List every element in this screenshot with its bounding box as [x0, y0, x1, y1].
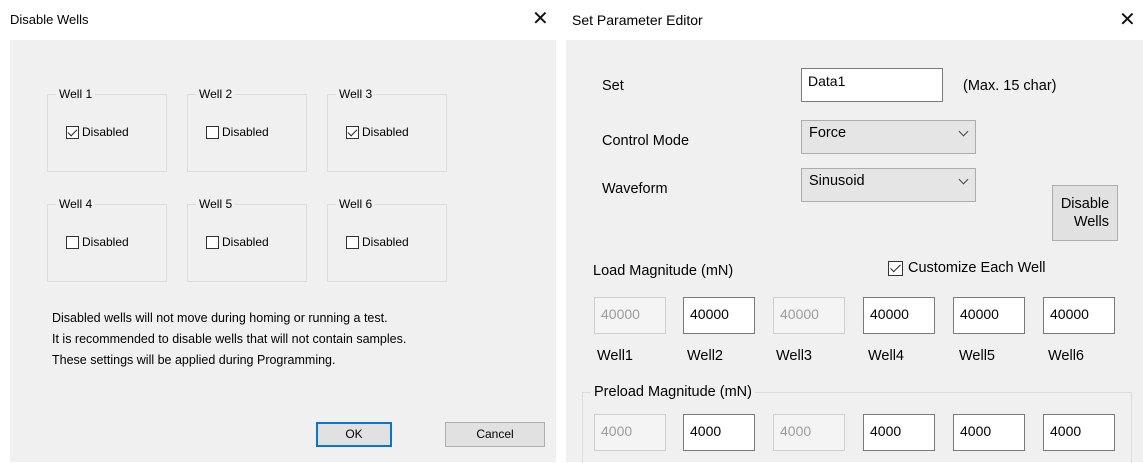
well-label-3: Well3 [776, 348, 812, 364]
load-input-well1[interactable]: 40000 [594, 297, 666, 334]
well-6-group: Well 6 Disabled [327, 197, 447, 282]
chevron-down-icon [958, 174, 969, 185]
dialog-title: Set Parameter Editor [572, 12, 703, 28]
well-5-group: Well 5 Disabled [187, 197, 307, 282]
waveform-dropdown[interactable]: Sinusoid [801, 168, 976, 202]
well-6-disabled-checkbox[interactable]: Disabled [346, 235, 409, 249]
well-5-label: Well 5 [196, 197, 236, 211]
checkbox-box[interactable] [346, 235, 359, 249]
checkmark-icon[interactable] [66, 125, 79, 139]
control-mode-dropdown[interactable]: Force [801, 120, 976, 154]
preload-input-well3[interactable]: 4000 [773, 414, 845, 451]
load-input-well6[interactable]: 40000 [1043, 297, 1115, 334]
well-5-disabled-checkbox[interactable]: Disabled [206, 235, 269, 249]
disable-wells-line-1: Disable [1060, 196, 1110, 212]
well-2-label: Well 2 [196, 87, 236, 101]
well-1-disabled-checkbox[interactable]: Disabled [66, 125, 129, 139]
checkbox-box[interactable] [206, 125, 219, 139]
preload-magnitude-label: Preload Magnitude (mN) [591, 383, 755, 401]
note-line-1: Disabled wells will not move during homi… [52, 311, 388, 325]
control-mode-value: Force [809, 125, 847, 141]
checkbox-label: Disabled [82, 235, 129, 249]
checkbox-label: Disabled [222, 235, 269, 249]
checkbox-label: Disabled [82, 125, 129, 139]
set-name-input[interactable]: Data1 [801, 68, 943, 102]
well-3-label: Well 3 [336, 87, 376, 101]
well-1-label: Well 1 [56, 87, 96, 101]
checkbox-box[interactable] [66, 235, 79, 249]
load-input-well4[interactable]: 40000 [863, 297, 935, 334]
well-label-2: Well2 [687, 348, 723, 364]
well-2-group: Well 2 Disabled [187, 87, 307, 172]
preload-input-well2[interactable]: 4000 [683, 414, 755, 451]
checkbox-label: Disabled [362, 235, 409, 249]
load-input-well3[interactable]: 40000 [773, 297, 845, 334]
set-hint: (Max. 15 char) [963, 78, 1057, 94]
well-2-disabled-checkbox[interactable]: Disabled [206, 125, 269, 139]
preload-input-well5[interactable]: 4000 [953, 414, 1025, 451]
note-line-3: These settings will be applied during Pr… [52, 353, 336, 367]
set-parameter-editor-dialog: Set Parameter Editor ✕ Set Data1 (Max. 1… [560, 0, 1143, 463]
preload-input-well6[interactable]: 4000 [1043, 414, 1115, 451]
chevron-down-icon [958, 126, 969, 137]
close-icon[interactable]: ✕ [1119, 10, 1136, 30]
load-input-well5[interactable]: 40000 [953, 297, 1025, 334]
customize-label: Customize Each Well [908, 260, 1046, 276]
well-1-group: Well 1 Disabled [47, 87, 167, 172]
disable-wells-line-2: Wells [1073, 214, 1109, 230]
well-label-5: Well5 [959, 348, 995, 364]
well-4-label: Well 4 [56, 197, 96, 211]
load-magnitude-label: Load Magnitude (mN) [593, 263, 734, 279]
customize-each-well-checkbox[interactable]: Customize Each Well [888, 260, 1046, 276]
preload-input-well1[interactable]: 4000 [594, 414, 666, 451]
cancel-button[interactable]: Cancel [445, 422, 545, 447]
preload-input-well4[interactable]: 4000 [863, 414, 935, 451]
well-label-4: Well4 [868, 348, 904, 364]
well-label-6: Well6 [1048, 348, 1084, 364]
note-line-2: It is recommended to disable wells that … [52, 332, 407, 346]
close-icon[interactable]: ✕ [532, 9, 549, 29]
well-3-disabled-checkbox[interactable]: Disabled [346, 125, 409, 139]
well-4-group: Well 4 Disabled [47, 197, 167, 282]
control-mode-label: Control Mode [602, 133, 690, 149]
checkmark-icon[interactable] [888, 260, 903, 276]
waveform-value: Sinusoid [809, 173, 865, 189]
disable-wells-button[interactable]: Disable Wells [1052, 185, 1118, 241]
dialog-title: Disable Wells [10, 12, 89, 27]
checkbox-label: Disabled [222, 125, 269, 139]
checkmark-icon[interactable] [346, 125, 359, 139]
well-label-1: Well1 [597, 348, 633, 364]
waveform-label: Waveform [602, 181, 668, 197]
checkbox-label: Disabled [362, 125, 409, 139]
set-label: Set [602, 78, 624, 94]
load-input-well2[interactable]: 40000 [683, 297, 755, 334]
disable-wells-dialog: Disable Wells ✕ Well 1 Disabled Well 2 D… [0, 0, 556, 462]
well-4-disabled-checkbox[interactable]: Disabled [66, 235, 129, 249]
ok-button[interactable]: OK [316, 422, 392, 447]
well-6-label: Well 6 [336, 197, 376, 211]
well-3-group: Well 3 Disabled [327, 87, 447, 172]
checkbox-box[interactable] [206, 235, 219, 249]
